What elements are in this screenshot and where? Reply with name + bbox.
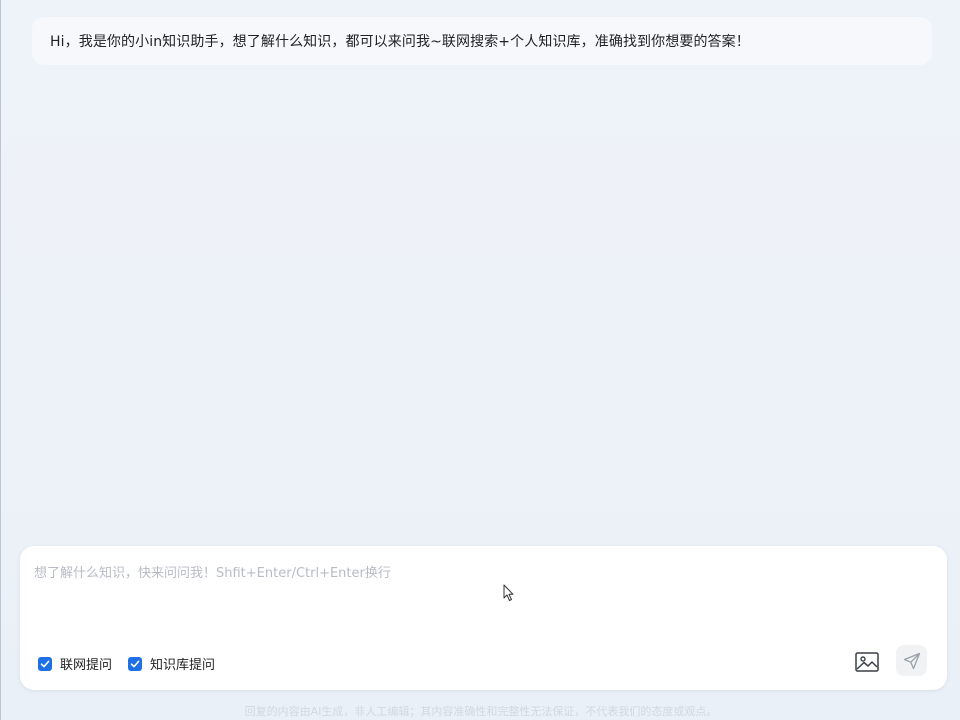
send-button[interactable] [896, 645, 927, 676]
check-icon [130, 660, 140, 667]
greeting-text: Hi，我是你的小in知识助手，想了解什么知识，都可以来问我~联网搜索+个人知识库… [50, 34, 750, 50]
send-icon [903, 652, 920, 669]
ai-disclaimer: 回复的内容由AI生成，非人工编辑；其内容准确性和完整性无法保证，不代表我们的态度… [244, 705, 718, 718]
knowledge-base-label: 知识库提问 [150, 658, 216, 673]
check-icon [40, 660, 50, 667]
web-search-checkbox[interactable] [38, 656, 52, 671]
knowledge-base-option[interactable]: 知识库提问 [128, 654, 215, 673]
web-search-label: 联网提问 [60, 658, 113, 673]
knowledge-base-checkbox[interactable] [128, 656, 142, 671]
chat-composer: 联网提问 知识库提问 [20, 546, 947, 690]
assistant-greeting-message: Hi，我是你的小in知识助手，想了解什么知识，都可以来问我~联网搜索+个人知识库… [32, 17, 932, 65]
image-icon [855, 652, 879, 672]
web-search-option[interactable]: 联网提问 [38, 654, 112, 673]
mouse-pointer-icon [503, 584, 514, 601]
question-input[interactable] [34, 562, 924, 632]
upload-image-button[interactable] [854, 650, 880, 674]
